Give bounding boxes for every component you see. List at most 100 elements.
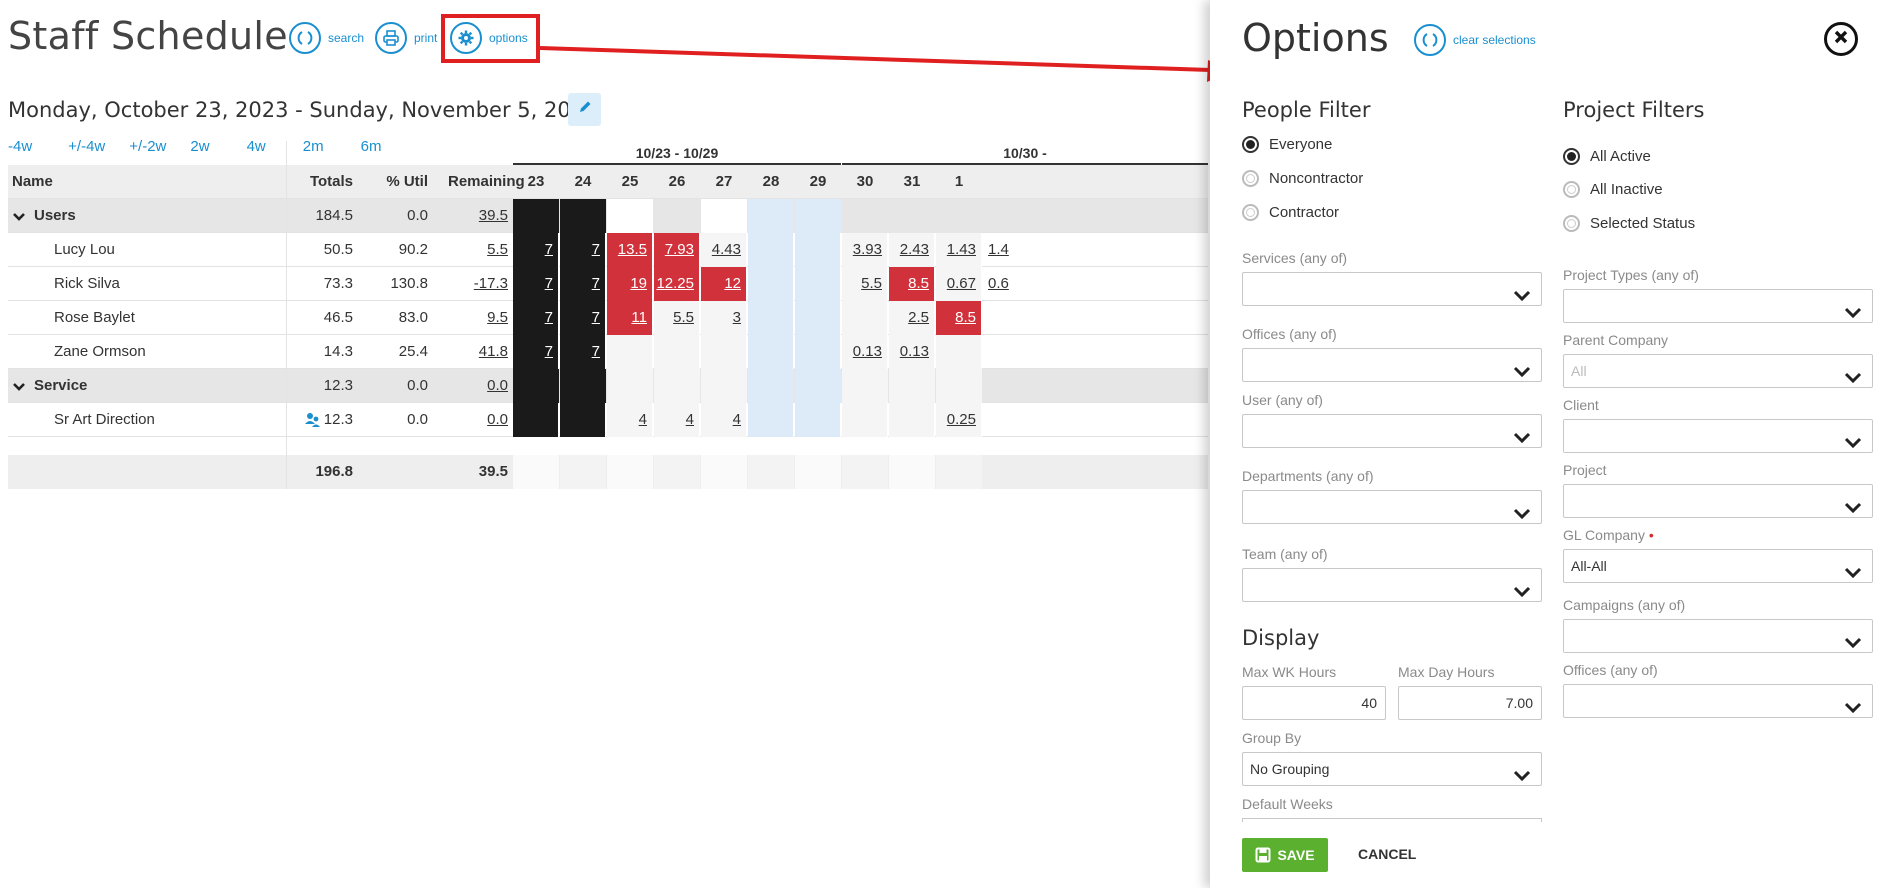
close-button[interactable]: [1824, 22, 1858, 56]
day-cell[interactable]: 1.4: [988, 233, 1018, 267]
group-totals: 184.5: [315, 207, 353, 224]
range-link[interactable]: 2w: [190, 138, 209, 155]
people-filter-select[interactable]: [1242, 348, 1542, 382]
radio-button[interactable]: [1242, 204, 1259, 221]
day-cell[interactable]: 8.5: [889, 267, 935, 301]
day-cell[interactable]: 5.5: [654, 301, 700, 335]
edit-date-button[interactable]: [568, 93, 601, 126]
project-filter-select[interactable]: All-All: [1563, 549, 1873, 583]
project-filter-radio[interactable]: All Active: [1563, 148, 1651, 165]
day-cell[interactable]: 7.93: [654, 233, 700, 267]
day-cell[interactable]: 4: [701, 403, 747, 437]
header-remaining: Remaining: [448, 173, 525, 190]
project-filter-select[interactable]: [1563, 484, 1873, 518]
day-cell[interactable]: 4.43: [701, 233, 747, 267]
day-cell[interactable]: 0.6: [988, 267, 1018, 301]
day-cell[interactable]: 0.67: [936, 267, 982, 301]
range-link[interactable]: -4w: [8, 138, 32, 155]
day-cell[interactable]: 8.5: [936, 301, 982, 335]
group-remaining[interactable]: 39.5: [448, 199, 508, 233]
person-name[interactable]: Sr Art Direction: [54, 403, 155, 437]
row-remaining[interactable]: 9.5: [448, 301, 508, 335]
week-label: 10/23 - 10/29: [513, 141, 841, 165]
day-cell[interactable]: 7: [560, 267, 606, 301]
row-remaining[interactable]: 41.8: [448, 335, 508, 369]
chevron-down-icon[interactable]: [12, 380, 26, 398]
day-cell[interactable]: 3: [701, 301, 747, 335]
radio-button[interactable]: [1242, 170, 1259, 187]
clear-selections-button[interactable]: clear selections: [1414, 24, 1536, 56]
printer-icon: [375, 22, 407, 54]
day-cell[interactable]: 3.93: [842, 233, 888, 267]
day-cell[interactable]: 0.13: [842, 335, 888, 369]
project-filter-select[interactable]: [1563, 419, 1873, 453]
radio-button[interactable]: [1563, 148, 1580, 165]
project-filter-select[interactable]: [1563, 289, 1873, 323]
group-remaining[interactable]: 0.0: [448, 369, 508, 403]
people-filter-select[interactable]: [1242, 490, 1542, 524]
cancel-button[interactable]: CANCEL: [1358, 846, 1416, 862]
people-filter-radio[interactable]: Contractor: [1242, 204, 1339, 221]
row-util: 83.0: [398, 309, 428, 326]
person-name[interactable]: Rose Baylet: [54, 301, 135, 335]
radio-button[interactable]: [1563, 215, 1580, 232]
day-cell[interactable]: 7: [513, 335, 559, 369]
range-link[interactable]: 6m: [361, 138, 382, 155]
day-cell[interactable]: 12: [701, 267, 747, 301]
chevron-down-icon[interactable]: [12, 210, 26, 228]
project-filter-select[interactable]: All: [1563, 354, 1873, 388]
project-filter-radio[interactable]: All Inactive: [1563, 181, 1663, 198]
max-day-hours-input[interactable]: 7.00: [1398, 686, 1542, 720]
day-cell[interactable]: 2.5: [889, 301, 935, 335]
day-cell[interactable]: 11: [607, 301, 653, 335]
person-name[interactable]: Zane Ormson: [54, 335, 146, 369]
day-cell[interactable]: 12.25: [654, 267, 700, 301]
max-wk-hours-input[interactable]: 40: [1242, 686, 1386, 720]
print-button[interactable]: print: [375, 22, 437, 54]
day-cell[interactable]: 7: [560, 335, 606, 369]
day-cell[interactable]: 0.13: [889, 335, 935, 369]
day-cell: [842, 369, 888, 403]
group-row[interactable]: Users 184.5 0.0 39.5: [8, 199, 1208, 233]
radio-button[interactable]: [1563, 181, 1580, 198]
people-filter-radio[interactable]: Noncontractor: [1242, 170, 1363, 187]
project-filter-select[interactable]: [1563, 619, 1873, 653]
range-link[interactable]: 4w: [247, 138, 266, 155]
range-link[interactable]: +/-4w: [68, 138, 105, 155]
day-cell[interactable]: 7: [513, 267, 559, 301]
day-cell[interactable]: 4: [654, 403, 700, 437]
save-button[interactable]: SAVE: [1242, 838, 1328, 872]
day-cell[interactable]: 4: [607, 403, 653, 437]
day-cell[interactable]: 13.5: [607, 233, 653, 267]
group-row[interactable]: Service 12.3 0.0 0.0: [8, 369, 1208, 403]
radio-label: All Inactive: [1590, 181, 1663, 198]
day-cell[interactable]: 5.5: [842, 267, 888, 301]
person-name[interactable]: Lucy Lou: [54, 233, 115, 267]
project-filter-radio[interactable]: Selected Status: [1563, 215, 1695, 232]
day-cell[interactable]: 7: [513, 233, 559, 267]
day-cell[interactable]: 0.25: [936, 403, 982, 437]
people-filter-select[interactable]: [1242, 414, 1542, 448]
people-filter-select[interactable]: [1242, 272, 1542, 306]
day-cell[interactable]: 2.43: [889, 233, 935, 267]
group-by-select[interactable]: No Grouping: [1242, 752, 1542, 786]
day-cell[interactable]: 19: [607, 267, 653, 301]
day-cell[interactable]: 7: [560, 301, 606, 335]
default-weeks-input[interactable]: [1242, 818, 1542, 822]
day-cell[interactable]: 1.43: [936, 233, 982, 267]
search-button[interactable]: search: [289, 22, 364, 54]
row-remaining[interactable]: 0.0: [448, 403, 508, 437]
people-filter-select[interactable]: [1242, 568, 1542, 602]
people-filter-radio[interactable]: Everyone: [1242, 136, 1332, 153]
project-filter-select[interactable]: [1563, 684, 1873, 718]
row-remaining[interactable]: 5.5: [448, 233, 508, 267]
max-day-hours-label: Max Day Hours: [1398, 664, 1495, 680]
person-name[interactable]: Rick Silva: [54, 267, 120, 301]
radio-button[interactable]: [1242, 136, 1259, 153]
day-cell[interactable]: 7: [513, 301, 559, 335]
range-link[interactable]: +/-2w: [129, 138, 166, 155]
day-cell[interactable]: 7: [560, 233, 606, 267]
range-link[interactable]: 2m: [303, 138, 324, 155]
column-divider: [286, 141, 287, 489]
row-remaining[interactable]: -17.3: [448, 267, 508, 301]
